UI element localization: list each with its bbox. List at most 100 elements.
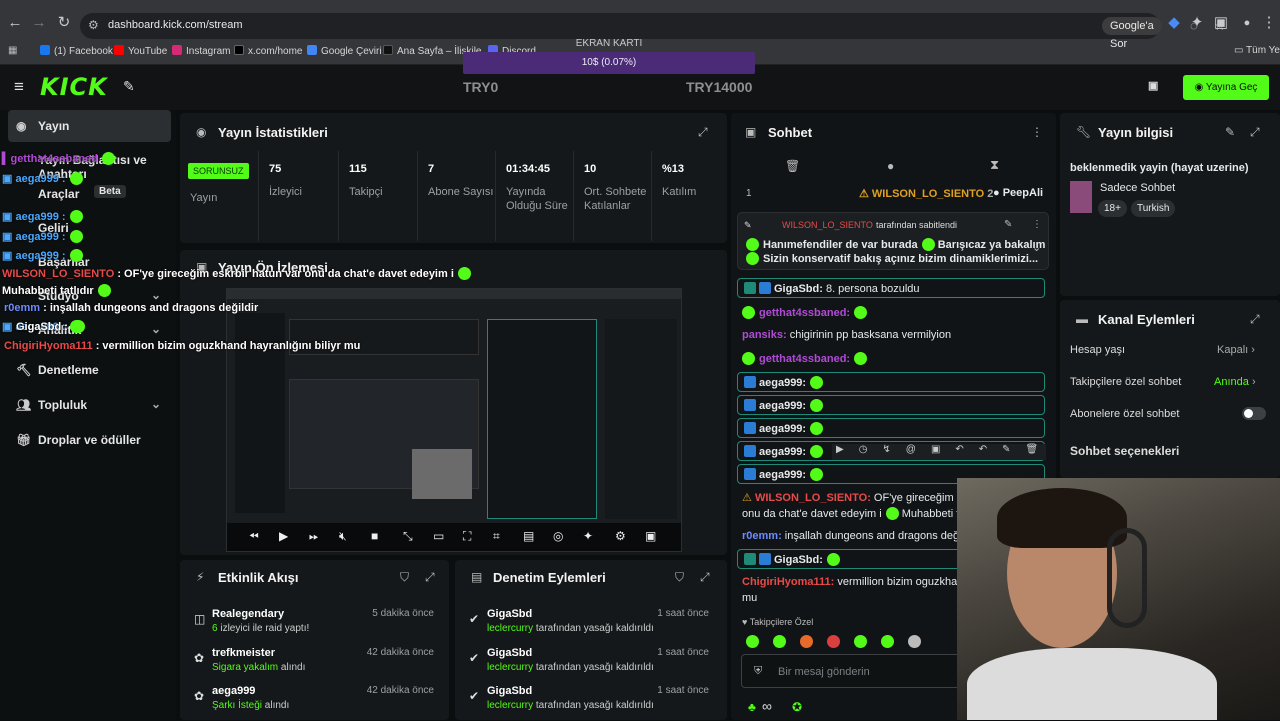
filter-icon[interactable]: ⛉ [675,570,684,585]
list-icon: ▤ [471,570,483,584]
play-icon[interactable]: ▶ [279,529,288,543]
bookmark-3[interactable]: x.com/home [234,45,302,57]
speech-icon[interactable]: ● [887,159,894,173]
kick-emote [746,238,759,251]
expand-icon[interactable]: ⤢ [425,570,435,585]
crop-icon[interactable]: ⤡ [403,529,413,544]
wrench-icon: 🔧︎ [1076,125,1092,139]
sparkle-icon[interactable]: ✦ [583,529,593,543]
emote-button[interactable] [881,635,894,648]
chat-message[interactable]: pansiks: chigirinin pp basksana vermilyi… [742,329,951,341]
sidebar-item-yayin[interactable]: ◉ Yayın [8,110,171,142]
kick-logo[interactable]: KICK [40,73,108,101]
window-icon[interactable]: ▭ [433,529,444,543]
emote-button[interactable] [854,635,867,648]
bookmark-0[interactable]: (1) Facebook [40,45,113,57]
overlay-line: ▣ aega999 : [2,249,83,262]
chat-message[interactable]: getthat4ssbaned: [742,306,868,319]
apps-icon[interactable]: ▦ [8,45,17,56]
forward-icon[interactable]: ⏩︎ [309,529,319,544]
pin-icon[interactable]: ✎ [123,78,135,95]
moderation-item: ✔ GigaSbd leclercurry tarafından yasağı ka… [469,608,709,634]
chat-message[interactable]: aega999: ▶◷↯@▣↶↶✎🗑︎ [737,441,1046,461]
site-info-icon[interactable]: ⚙ [88,18,99,32]
fullscreen-icon[interactable]: ⛶ [463,529,471,544]
bookmark-1[interactable]: YouTube [114,45,167,57]
gear-icon[interactable]: ✪ [792,700,802,714]
trash-icon[interactable]: 🗑︎ [785,159,800,173]
preview-face [412,449,472,499]
activity-title: Etkinlik Akışı [218,570,299,585]
emote-button[interactable] [800,635,813,648]
overlay-line: GigaSbd : [16,320,85,333]
menu-icon[interactable]: ⋮ [1260,14,1278,32]
message-actions-toolbar[interactable]: ▶◷↯@▣↶↶✎🗑︎ [832,444,1046,460]
infinity-icon[interactable]: ∞ [762,698,772,714]
hourglass-icon[interactable]: ⧗ [990,157,999,173]
sidebar-item-drops[interactable]: 🎁︎ Droplar ve ödüller [8,424,171,456]
warning-icon: ⚠ [742,492,752,504]
mod-icon[interactable]: ▣ [1148,79,1158,92]
go-live-button[interactable]: ◉ Yayına Geç [1183,75,1269,100]
chat-message[interactable]: ⚠ WILSON_LO_SIENTO: OF'ye gireceğim [742,491,954,504]
verified-icon [744,468,756,480]
mute-icon[interactable]: 🔇︎ [339,529,347,544]
target2-icon[interactable]: ◎ [553,529,563,543]
filter-icon[interactable]: ⛉ [400,570,409,585]
camera-icon[interactable]: ■ [371,529,378,543]
settings-icon[interactable]: ⚙ [615,529,626,543]
overlay-line: ChigiriHyoma111 : vermillion bizim oguzk… [4,340,361,352]
extension2-icon[interactable]: ✦ [1188,14,1206,32]
emote-button[interactable] [827,635,840,648]
sidebar-item-community[interactable]: 👥︎ Topluluk ⌄ [8,389,171,421]
emote-button[interactable] [908,635,921,648]
crop2-icon[interactable]: ⌗ [493,529,500,544]
emote-button[interactable] [746,635,759,648]
overlay-line: Muhabbeti tatlıdır [2,284,111,297]
more-icon[interactable]: ⋮ [1031,125,1043,139]
chat-message[interactable]: getthat4ssbaned: [742,352,868,365]
chat-input[interactable]: ⛨ Bir mesaj gönderin [741,654,966,688]
channel-icon: ▬ [1076,312,1088,326]
bookmark-2[interactable]: Instagram [172,45,230,57]
bookmark-4[interactable]: Google Çeviri [307,45,382,57]
account-age-value[interactable]: Kapalı › [1217,344,1255,356]
back-icon[interactable]: ← [6,14,24,32]
expand-icon[interactable]: ⤢ [1250,125,1260,140]
facebook-icon [40,45,50,55]
emote [69,230,83,243]
chat-message[interactable]: r0emm: inşallah dungeons and dragons değ… [742,530,970,542]
instagram-icon [172,45,182,55]
chat-message[interactable]: aega999: [737,395,1045,415]
all-bookmarks[interactable]: ▭ Tüm Yer [1234,45,1280,56]
chevron-down-icon[interactable]: ⌄ [1032,241,1041,254]
caption-icon[interactable]: ▣ [645,529,656,543]
emote-button[interactable] [773,635,786,648]
extension-icon[interactable]: ◆ [1165,14,1183,32]
forward-icon[interactable]: → [30,14,48,32]
expand-icon[interactable]: ⤢ [1250,312,1260,327]
more-icon[interactable]: ⋮ [1032,219,1042,230]
reload-icon[interactable]: ↻ [55,14,73,32]
ask-google-button[interactable]: Google'a Sor [1102,17,1162,50]
chat-message[interactable]: ChigiriHyoma111: vermillion bizim oguzkh… [742,576,979,588]
followers-only-value[interactable]: Anında › [1214,376,1256,388]
hamburger-icon[interactable]: ≡ [14,77,24,97]
expand-icon[interactable]: ⤢ [698,125,708,140]
edit-icon[interactable]: ✎ [1225,125,1235,139]
rewind-icon[interactable]: ⏪︎ [249,529,259,544]
webcam-overlay [957,478,1280,720]
emote [101,152,115,165]
puzzle-icon[interactable]: ▣ [1212,14,1230,32]
chat-message[interactable]: GigaSbd: 8. persona bozuldu [737,278,1045,298]
expand-icon[interactable]: ⤢ [700,570,710,585]
profile-icon[interactable]: ● [1238,14,1256,32]
film-icon[interactable]: ▤ [523,529,534,543]
kick-icon[interactable]: ♣ [748,700,756,714]
stream-title: beklenmedik yayin (hayat uzerine) [1070,162,1249,174]
unpin-icon[interactable]: ✎ [1004,219,1012,230]
emote [854,306,868,319]
subs-only-toggle[interactable] [1242,407,1266,420]
chat-message[interactable]: aega999: [737,418,1045,438]
chat-message[interactable]: aega999: [737,372,1045,392]
